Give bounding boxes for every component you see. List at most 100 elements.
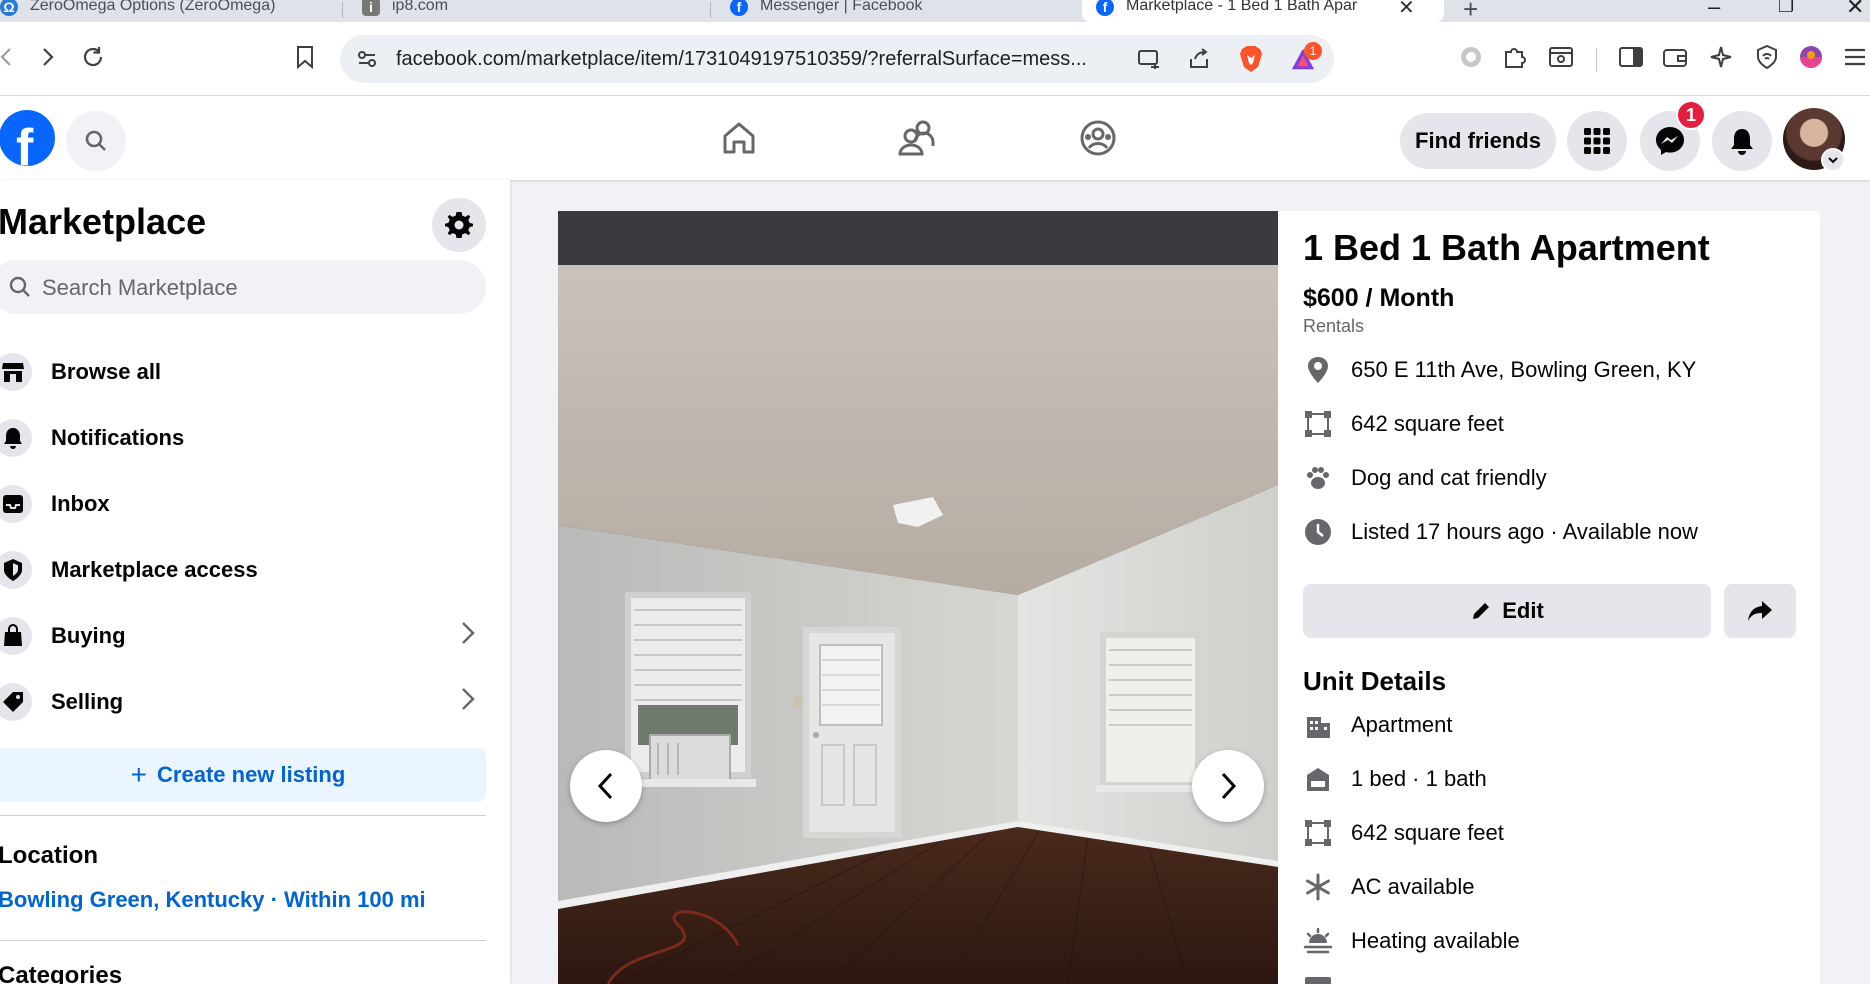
create-new-listing-button[interactable]: + Create new listing (0, 748, 486, 802)
categories-heading: Categories (0, 962, 123, 984)
edit-listing-button[interactable]: Edit (1303, 584, 1711, 638)
location-filter-link[interactable]: Bowling Green, Kentucky · Within 100 mi (0, 887, 426, 913)
bed-bath-icon (1303, 764, 1333, 794)
listing-address[interactable]: 650 E 11th Ave, Bowling Green, KY (1351, 357, 1696, 383)
facebook-icon: f (1096, 0, 1114, 16)
vpn-icon[interactable] (1752, 42, 1782, 72)
brave-shields-icon[interactable] (1238, 46, 1264, 72)
account-chevron-icon[interactable] (1821, 148, 1845, 172)
rewards-badge: 1 (1304, 42, 1322, 60)
sidebar-toggle-icon[interactable] (1616, 42, 1646, 72)
leo-ai-icon[interactable] (1706, 42, 1736, 72)
tab-ip8[interactable]: i ip8.com (362, 0, 692, 22)
ip8-icon: i (362, 0, 380, 16)
tab-marketplace[interactable]: f Marketplace - 1 Bed 1 Bath Apar ✕ (1082, 0, 1444, 22)
friends-nav-button[interactable] (896, 116, 940, 160)
url-text[interactable]: facebook.com/marketplace/item/1731049197… (396, 48, 1087, 71)
settings-button[interactable] (432, 198, 486, 252)
sidebar-item-label: Marketplace access (51, 557, 258, 582)
sidebar-item-label: Buying (51, 623, 126, 648)
menu-icon[interactable] (1840, 42, 1870, 72)
location-heading: Location (0, 842, 98, 869)
listing-photo (558, 265, 1278, 984)
brave-rewards-icon[interactable]: 1 (1290, 42, 1322, 72)
pencil-icon (1473, 603, 1490, 619)
browser-tab-strip: Ω ZeroOmega Options (ZeroOmega) i ip8.co… (0, 0, 1870, 24)
tab-title: Messenger | Facebook (760, 0, 923, 14)
back-icon[interactable] (0, 42, 22, 72)
previous-photo-button[interactable] (570, 750, 642, 822)
unit-detail-text: AC available (1351, 874, 1475, 899)
sidebar-item-inbox[interactable]: Inbox (0, 476, 490, 532)
tab-separator (342, 2, 343, 18)
unit-detail-text: 642 square feet (1351, 820, 1504, 845)
snowflake-icon (1303, 872, 1333, 902)
listing-title: 1 Bed 1 Bath Apartment (1303, 227, 1710, 268)
extension-record-icon[interactable] (1456, 42, 1486, 72)
forward-icon[interactable] (32, 42, 62, 72)
sidebar-item-notifications[interactable]: Notifications (0, 410, 490, 466)
facebook-header: f Find friends 1 (0, 96, 1870, 180)
profile-icon[interactable] (1796, 42, 1826, 72)
listing-category: Rentals (1303, 316, 1365, 336)
sidebar-item-browse-all[interactable]: Browse all (0, 344, 490, 400)
home-nav-button[interactable] (717, 116, 761, 160)
find-friends-button[interactable]: Find friends (1400, 113, 1556, 169)
cast-icon[interactable] (1136, 46, 1162, 72)
unit-detail-text: 1 bed · 1 bath (1351, 766, 1487, 791)
extensions-icon[interactable] (1500, 42, 1530, 72)
square-footage-icon (1303, 409, 1333, 439)
plus-icon: + (130, 759, 148, 790)
messenger-badge: 1 (1676, 100, 1706, 130)
search-button[interactable] (66, 111, 126, 171)
search-icon (9, 276, 30, 297)
chevron-right-icon (1221, 772, 1237, 800)
chevron-left-icon (597, 772, 613, 800)
tab-messenger[interactable]: f Messenger | Facebook (730, 0, 1060, 22)
facebook-logo[interactable]: f (0, 110, 55, 166)
share-listing-button[interactable] (1724, 584, 1796, 638)
address-bar[interactable]: facebook.com/marketplace/item/1731049197… (340, 35, 1334, 83)
messenger-icon (1656, 127, 1684, 155)
shield-icon (0, 551, 32, 589)
heating-icon (1303, 926, 1333, 956)
sidebar-item-label: Inbox (51, 491, 110, 516)
bell-icon (0, 419, 32, 457)
tab-title: ip8.com (392, 0, 449, 14)
square-footage-icon (1303, 818, 1333, 848)
fact-text: Dog and cat friendly (1351, 465, 1547, 490)
sidebar-item-marketplace-access[interactable]: Marketplace access (0, 542, 490, 598)
marketplace-search-input[interactable]: Search Marketplace (0, 260, 486, 314)
bookmark-icon[interactable] (290, 42, 320, 72)
logo-letter: f (16, 119, 34, 166)
tab-title: ZeroOmega Options (ZeroOmega) (30, 0, 276, 14)
next-photo-button[interactable] (1192, 750, 1264, 822)
close-tab-icon[interactable]: ✕ (1398, 0, 1415, 20)
sidebar-item-selling[interactable]: Selling (0, 674, 490, 730)
toolbar-divider (1596, 48, 1597, 72)
location-pin-icon (1303, 355, 1333, 385)
marketplace-sidebar: Marketplace Search Marketplace Browse al… (0, 180, 510, 984)
menu-grid-button[interactable] (1567, 111, 1627, 171)
site-settings-icon[interactable] (354, 46, 380, 72)
clock-icon (1303, 517, 1333, 547)
restore-icon[interactable]: ❐ (1778, 0, 1794, 17)
wallet-icon[interactable] (1660, 42, 1690, 72)
groups-nav-button[interactable] (1076, 116, 1120, 160)
minimize-icon[interactable]: – (1708, 0, 1720, 20)
share-page-icon[interactable] (1186, 46, 1212, 72)
reload-icon[interactable] (78, 42, 108, 72)
unit-details-heading: Unit Details (1303, 666, 1447, 696)
tab-separator (710, 2, 711, 18)
close-window-icon[interactable]: ✕ (1846, 0, 1864, 20)
notifications-button[interactable] (1712, 111, 1772, 171)
sidebar-item-label: Browse all (51, 359, 162, 384)
listing-details-panel: 1 Bed 1 Bath Apartment $600 / Month Rent… (1278, 211, 1820, 984)
tab-zeroomega[interactable]: Ω ZeroOmega Options (ZeroOmega) (0, 0, 320, 22)
sidebar-item-buying[interactable]: Buying (0, 608, 490, 664)
share-arrow-icon (1748, 601, 1772, 621)
screenshot-extension-icon[interactable] (1546, 42, 1576, 72)
groups-icon (1080, 120, 1116, 156)
chevron-right-icon (460, 620, 476, 653)
unit-detail: 642 square feet (1303, 816, 1504, 850)
